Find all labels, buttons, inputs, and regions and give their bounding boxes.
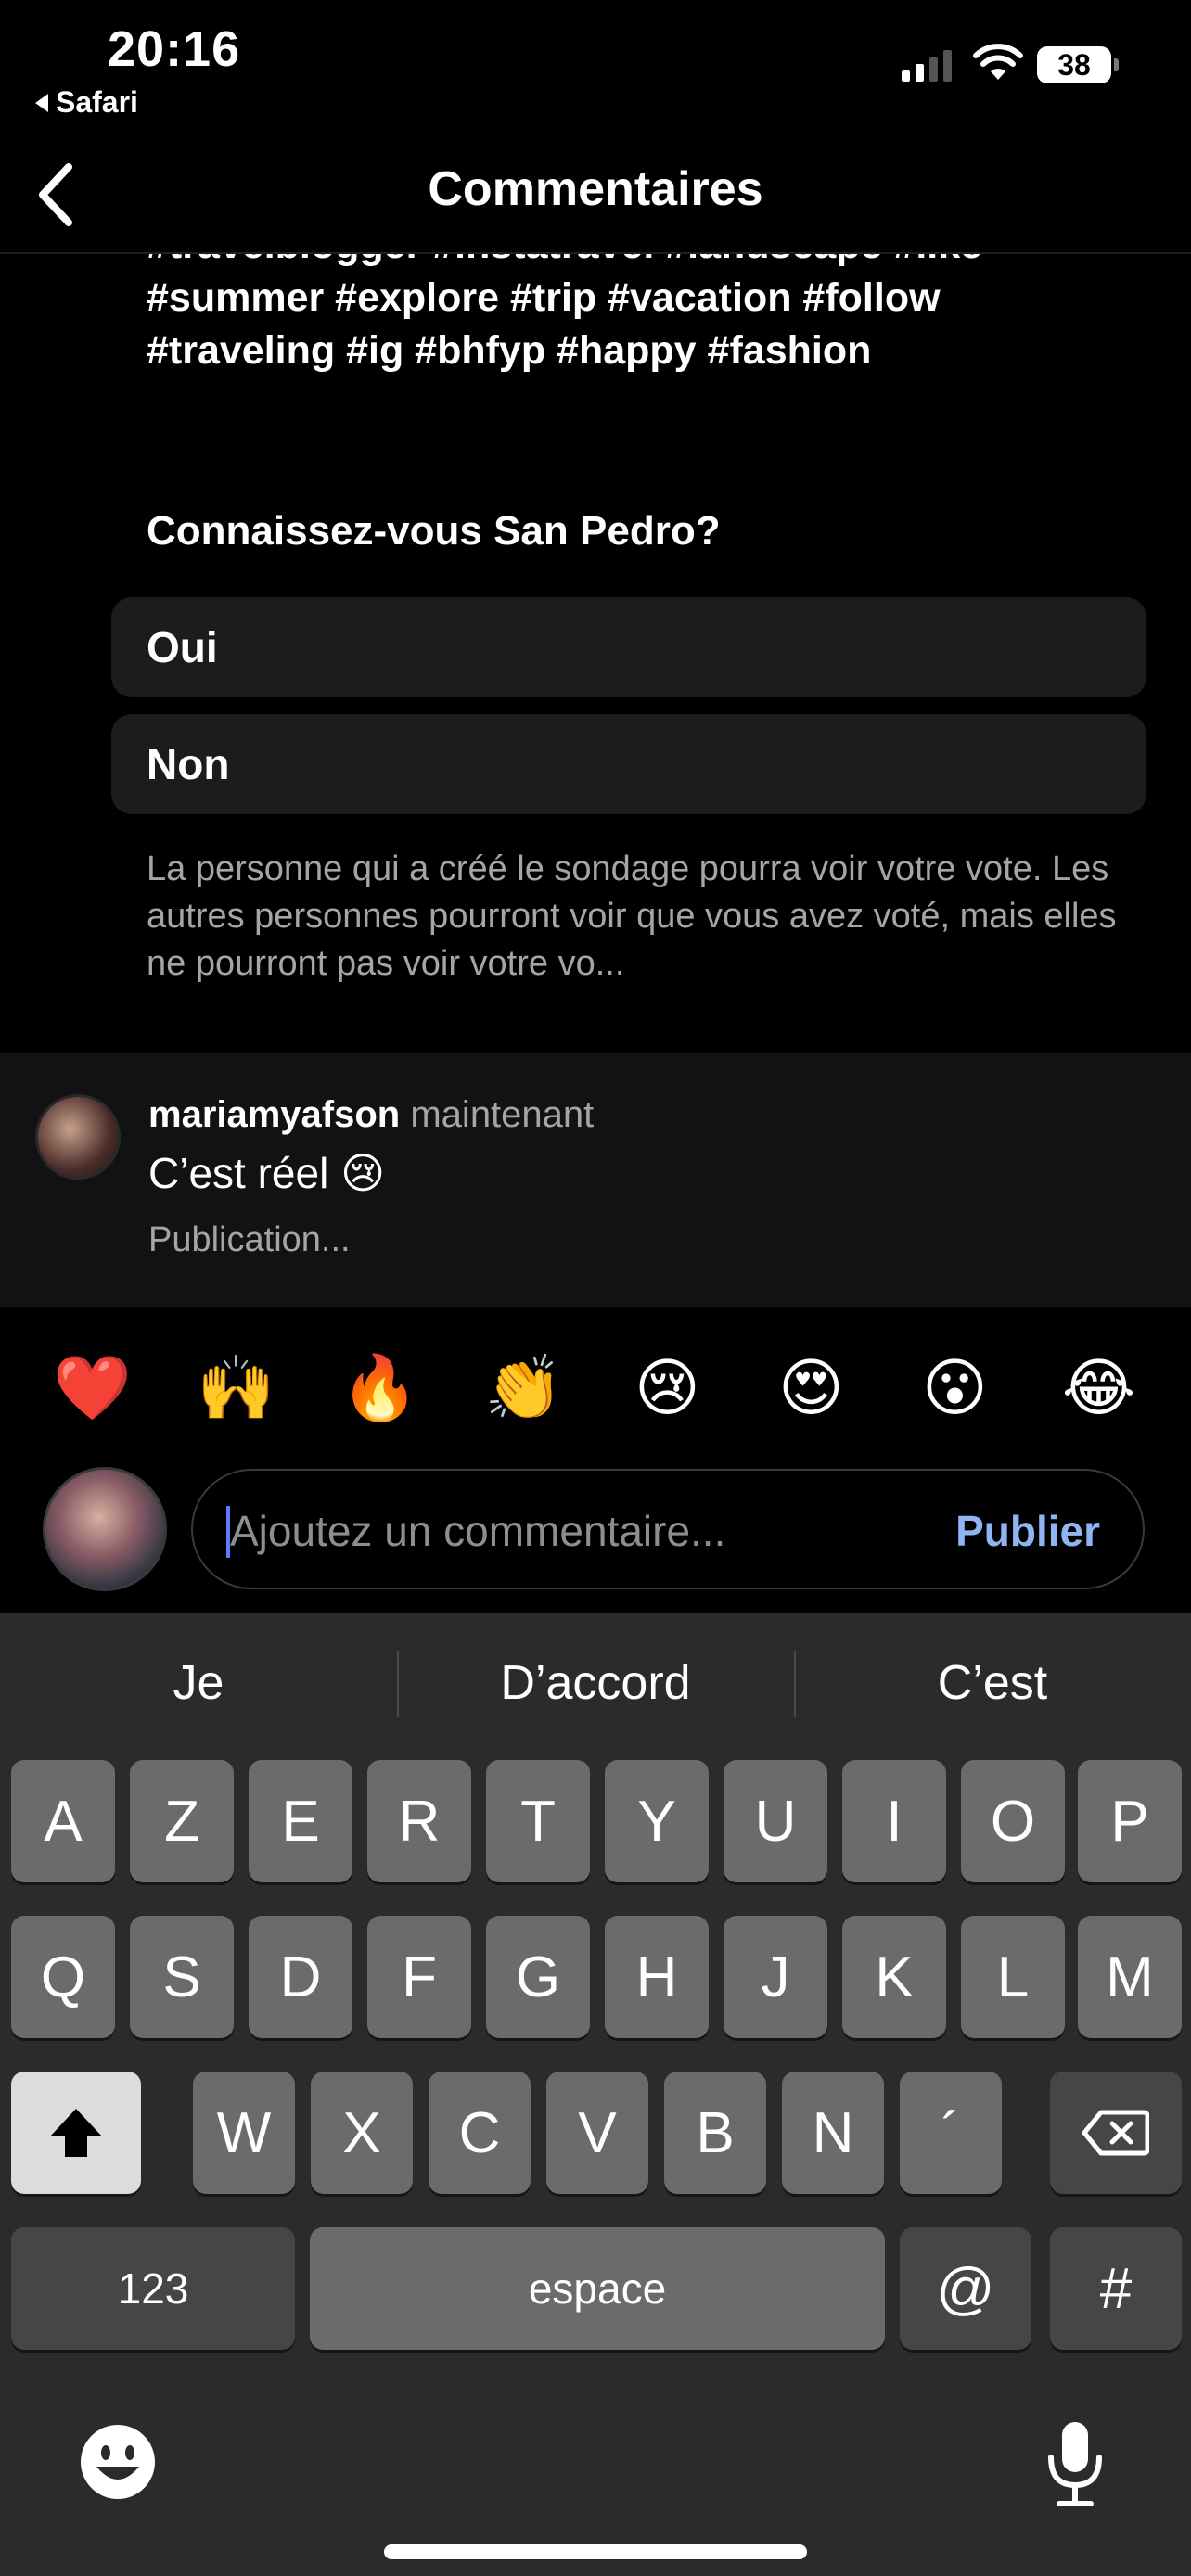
key-m[interactable]: M [1078, 1916, 1182, 2038]
key-d[interactable]: D [249, 1916, 352, 2038]
key-j[interactable]: J [724, 1916, 827, 2038]
suggestion-item[interactable]: Je [0, 1613, 397, 1753]
back-app-label: Safari [56, 85, 138, 119]
key-e[interactable]: E [249, 1760, 352, 1882]
key-h[interactable]: H [605, 1916, 709, 2038]
shift-arrow-icon [50, 2109, 102, 2157]
heart-eyes-emoji-button[interactable]: 😍 [765, 1352, 858, 1425]
key-i[interactable]: I [842, 1760, 946, 1882]
suggestion-item[interactable]: C’est [794, 1613, 1191, 1753]
poll-option-non[interactable]: Non [111, 714, 1146, 814]
poll-privacy-note: La personne qui a créé le sondage pourra… [147, 849, 1117, 983]
poll-option-oui[interactable]: Oui [111, 597, 1146, 697]
hashtag-line: #summer #explore #trip #vacation #follow [147, 275, 941, 320]
page-title: Commentaires [428, 162, 763, 216]
poll-question: Connaissez-vous San Pedro? [147, 508, 721, 554]
numbers-key[interactable]: 123 [11, 2227, 295, 2350]
key-r[interactable]: R [367, 1760, 471, 1882]
key-f[interactable]: F [367, 1916, 471, 2038]
cellular-signal-icon [902, 48, 952, 82]
comment-status: Publication... [148, 1220, 351, 1259]
header-bar: Commentaires [0, 130, 1191, 254]
fire-emoji-button[interactable]: 🔥 [334, 1351, 427, 1425]
clap-emoji-button[interactable]: 👏 [478, 1351, 570, 1425]
backspace-key[interactable] [1050, 2072, 1182, 2194]
laughing-emoji-button[interactable]: 😂 [1053, 1352, 1146, 1425]
key-acute-accent[interactable]: ´ [900, 2072, 1002, 2194]
crying-emoji-button[interactable]: 😢 [621, 1352, 714, 1425]
key-c[interactable]: C [429, 2072, 531, 2194]
keyboard-suggestions: Je D’accord C’est [0, 1613, 1191, 1753]
at-key[interactable]: @ [900, 2227, 1031, 2350]
back-to-safari[interactable]: Safari [35, 85, 138, 120]
battery-icon: 38 [1037, 46, 1119, 83]
comment-header: mariamyafson maintenant [148, 1094, 594, 1136]
key-x[interactable]: X [311, 2072, 413, 2194]
raised-hands-emoji-button[interactable]: 🙌 [190, 1351, 283, 1425]
comment-item: mariamyafson maintenant C’est réel 😢 Pub… [0, 1053, 1191, 1307]
comment-username[interactable]: mariamyafson [148, 1094, 400, 1135]
key-z[interactable]: Z [130, 1760, 234, 1882]
keyboard: Je D’accord C’est A Z E R T Y U I O P Q … [0, 1613, 1191, 2576]
avatar[interactable] [35, 1094, 121, 1180]
key-l[interactable]: L [961, 1916, 1065, 2038]
comment-time: maintenant [410, 1094, 595, 1135]
hash-key[interactable]: # [1050, 2227, 1182, 2350]
microphone-icon[interactable] [1044, 2420, 1106, 2509]
key-y[interactable]: Y [605, 1760, 709, 1882]
key-s[interactable]: S [130, 1916, 234, 2038]
key-o[interactable]: O [961, 1760, 1065, 1882]
key-n[interactable]: N [782, 2072, 884, 2194]
avatar [43, 1467, 167, 1591]
status-bar: 20:16 Safari 38 [0, 0, 1191, 130]
space-key[interactable]: espace [310, 2227, 885, 2350]
key-g[interactable]: G [486, 1916, 590, 2038]
key-p[interactable]: P [1078, 1760, 1182, 1882]
suggestion-item[interactable]: D’accord [397, 1613, 794, 1753]
key-b[interactable]: B [664, 2072, 766, 2194]
emoji-reaction-bar: ❤️ 🙌 🔥 👏 😢 😍 😮 😂 [0, 1333, 1191, 1443]
surprised-emoji-button[interactable]: 😮 [909, 1352, 1002, 1425]
emoji-keyboard-icon[interactable] [78, 2422, 158, 2502]
status-time: 20:16 [108, 21, 241, 77]
shift-key[interactable] [11, 2072, 141, 2194]
key-a[interactable]: A [11, 1760, 115, 1882]
key-u[interactable]: U [724, 1760, 827, 1882]
heart-emoji-button[interactable]: ❤️ [46, 1351, 139, 1425]
back-triangle-icon [35, 93, 48, 112]
comment-composer: Ajoutez un commentaire... Publier [0, 1467, 1191, 1597]
home-indicator [384, 2544, 807, 2559]
key-t[interactable]: T [486, 1760, 590, 1882]
key-w[interactable]: W [193, 2072, 295, 2194]
comment-placeholder: Ajoutez un commentaire... [230, 1507, 726, 1555]
backspace-icon [1082, 2110, 1149, 2156]
publish-button[interactable]: Publier [955, 1506, 1100, 1556]
wifi-icon [973, 44, 1023, 80]
comment-input[interactable]: Ajoutez un commentaire... Publier [191, 1469, 1145, 1589]
key-k[interactable]: K [842, 1916, 946, 2038]
key-q[interactable]: Q [11, 1916, 115, 2038]
hashtag-line: #traveling #ig #bhfyp #happy #fashion [147, 328, 872, 373]
key-v[interactable]: V [546, 2072, 648, 2194]
comment-text: C’est réel 😢 [148, 1149, 386, 1197]
